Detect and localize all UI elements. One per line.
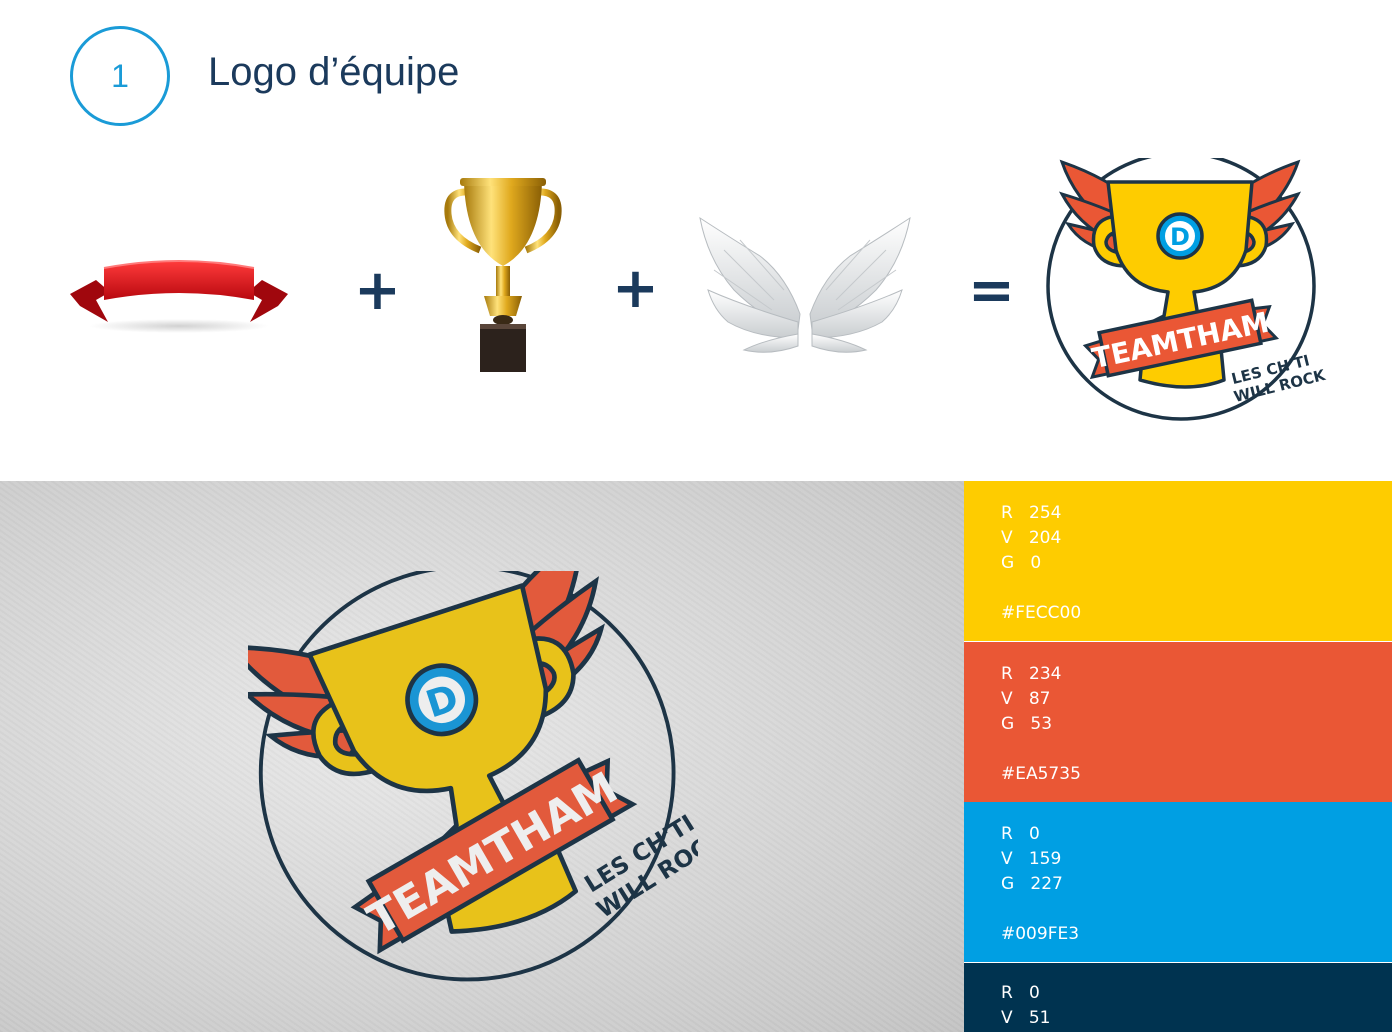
r-label: R <box>1001 503 1013 523</box>
swatch-orange: R 234 V 87 G 53 #EA5735 <box>964 642 1392 802</box>
v-label: V <box>1001 1008 1013 1028</box>
g-value: 227 <box>1030 874 1063 894</box>
v-value: 51 <box>1028 1008 1051 1028</box>
hex-value: #FECC00 <box>1001 603 1082 623</box>
gold-trophy-image <box>444 178 562 372</box>
white-wings-image <box>699 216 911 353</box>
equals-sign: = <box>968 258 1015 323</box>
v-value: 159 <box>1028 849 1062 869</box>
swatch-yellow: R 254 V 204 G 0 #FECC00 <box>964 481 1392 641</box>
g-label: G <box>1001 714 1015 734</box>
g-label: G <box>1001 874 1015 894</box>
v-label: V <box>1001 849 1013 869</box>
teamtham-logo: D TEAMTHAM LES CH'TI WILL ROCK <box>1046 158 1328 421</box>
swatch-navy: R 0 V 51 <box>964 963 1392 1032</box>
g-label: G <box>1001 553 1015 573</box>
teamtham-logo-mockup: D TEAMTHAM LES CH'TI WILL ROCK <box>248 571 698 982</box>
r-value: 0 <box>1029 983 1040 1003</box>
logo-badge-letter: D <box>1170 223 1190 251</box>
g-value: 0 <box>1030 553 1042 573</box>
v-label: V <box>1001 528 1013 548</box>
step-number: 1 <box>111 57 129 94</box>
v-value: 87 <box>1028 689 1051 709</box>
plus-sign: + <box>354 258 401 323</box>
v-value: 204 <box>1028 528 1062 548</box>
r-value: 0 <box>1029 824 1040 844</box>
g-value: 53 <box>1030 714 1053 734</box>
r-label: R <box>1001 664 1013 684</box>
logo-paper-mockup: D TEAMTHAM LES CH'TI WILL ROCK <box>0 481 964 1032</box>
v-label: V <box>1001 689 1013 709</box>
red-ribbon-image <box>70 260 288 333</box>
swatch-blue: R 0 V 159 G 227 #009FE3 <box>964 802 1392 962</box>
r-label: R <box>1001 983 1013 1003</box>
section-title: Logo d’équipe <box>208 50 460 94</box>
hex-value: #009FE3 <box>1001 924 1080 944</box>
step-number-badge: 1 <box>70 26 170 126</box>
r-label: R <box>1001 824 1013 844</box>
r-value: 234 <box>1029 664 1062 684</box>
hex-value: #EA5735 <box>1001 764 1081 784</box>
plus-sign: + <box>612 256 659 321</box>
r-value: 254 <box>1029 503 1062 523</box>
